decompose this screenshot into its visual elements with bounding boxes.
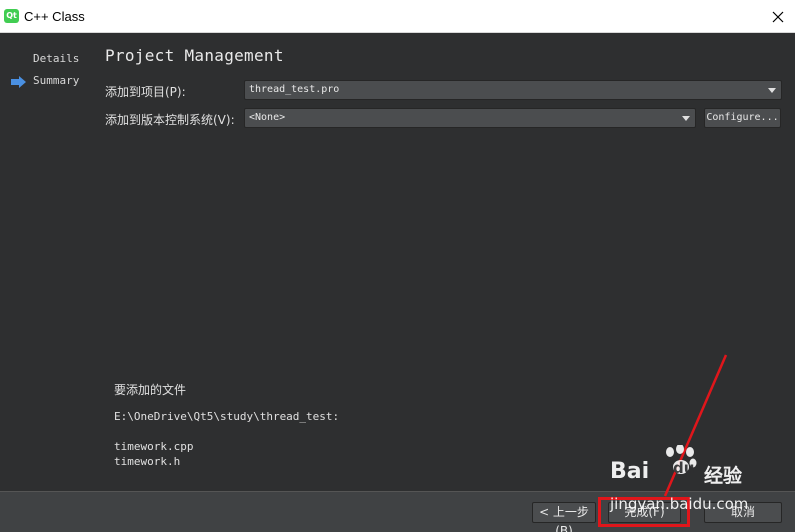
add-to-project-value: thread_test.pro (249, 84, 340, 95)
annotation-highlight-box (598, 497, 690, 527)
sidebar-item-summary[interactable]: Summary (33, 74, 79, 87)
chevron-down-icon (768, 88, 776, 93)
wizard-sidebar: Details Summary (0, 33, 94, 491)
version-control-select[interactable]: <None> (244, 108, 696, 128)
page-title: Project Management (105, 46, 284, 65)
add-to-project-select[interactable]: thread_test.pro (244, 80, 782, 100)
sidebar-item-details[interactable]: Details (33, 52, 79, 65)
files-path: E:\OneDrive\Qt5\study\thread_test: (114, 410, 340, 423)
files-to-add-title: 要添加的文件 (114, 383, 187, 397)
title-bar: Qt C++ Class (0, 0, 795, 33)
file-item: timework.h (114, 455, 181, 468)
close-button[interactable] (767, 6, 789, 28)
close-icon (772, 11, 784, 23)
add-to-project-label: 添加到项目(P): (105, 85, 186, 99)
main-panel: Project Management 添加到项目(P): thread_test… (94, 33, 795, 491)
version-control-label: 添加到版本控制系统(V): (105, 113, 235, 127)
qt-logo-icon: Qt (4, 9, 19, 23)
window-title: C++ Class (24, 9, 85, 24)
chevron-down-icon (682, 116, 690, 121)
version-control-value: <None> (249, 112, 286, 123)
current-step-arrow-icon (11, 76, 26, 88)
back-button[interactable]: < 上一步(B) (532, 502, 596, 532)
cancel-button[interactable]: 取消 (704, 502, 782, 523)
configure-button[interactable]: Configure... (704, 108, 781, 128)
file-item: timework.cpp (114, 440, 194, 453)
